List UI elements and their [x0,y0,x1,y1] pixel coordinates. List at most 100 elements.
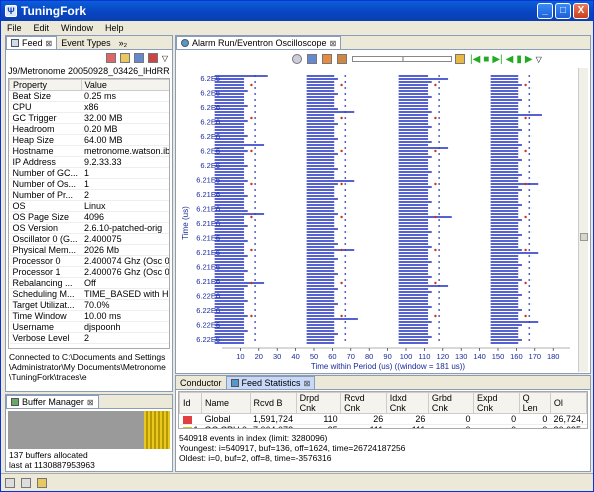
column-value[interactable]: Value [80,79,169,91]
minimize-button[interactable]: _ [537,3,553,19]
disconnect-icon[interactable] [147,53,158,63]
tab-close-icon[interactable]: ⊠ [46,39,53,48]
save-icon[interactable] [307,54,317,64]
tab-event-types[interactable]: Event Types [57,36,114,49]
oscilloscope-plot[interactable]: 6.2E66.2E66.2E66.2E66.2E66.2E66.2E66.21E… [178,68,578,373]
step-back-icon[interactable]: ◀ [506,54,514,65]
property-row[interactable]: Time Window 10.00 ms [9,310,169,322]
tab-overflow[interactable]: »₂ [115,36,132,49]
fast-view-icon[interactable] [5,477,15,488]
save-icon[interactable] [133,53,144,63]
event-dot [528,141,531,143]
event-dot [344,237,347,239]
column-header[interactable]: Expd Cnk [472,392,520,414]
property-row[interactable]: OS Version 2.6.10-patched-orig [9,222,169,234]
property-row[interactable]: CPU x86 [9,101,169,113]
y-tick-label: 6.21E6 [196,205,220,214]
event-dot [438,327,441,329]
property-row[interactable]: Target Utilizat... 70.0% [9,299,169,311]
view-menu-icon[interactable]: ▽ [162,54,168,63]
column-header[interactable]: Idxd Cnk [385,392,429,414]
event-dot [528,183,531,185]
property-row[interactable]: Number of Pr... 2 [9,189,169,201]
tab-buffer-manager[interactable]: Buffer Manager ⊠ [6,395,99,408]
property-value: 2.400075 [81,233,169,245]
first-icon[interactable]: |◀ [470,54,480,65]
property-row[interactable]: Beat Size 0.25 ms [9,90,169,102]
tab-close-icon[interactable]: ⊠ [87,398,94,407]
property-row[interactable]: GC Trigger 32.00 MB [9,112,169,124]
stop-icon[interactable]: ■ [483,54,489,65]
column-header[interactable]: Ol [549,392,587,414]
tab-feed[interactable]: Feed ⊠ [6,36,58,49]
event-dot [254,225,257,227]
column-header[interactable]: Grbd Cnk [427,392,474,414]
position-slider[interactable] [352,56,452,62]
property-row[interactable]: Physical Mem... 2026 Mb [9,244,169,256]
play-icon[interactable]: ▶ [525,54,533,65]
property-row[interactable]: Verbose Level 2 [9,332,169,344]
record-icon[interactable] [337,54,347,64]
buffer-used-segment [144,411,170,449]
column-header[interactable]: Rcvd B [249,392,297,414]
property-row[interactable]: Scheduling M...TIME_BASED with Hig... [9,288,169,300]
cell-idxd: 26 [386,413,429,425]
maximize-button[interactable]: □ [555,3,571,19]
zoom-icon[interactable] [292,54,302,64]
menu-help[interactable]: Help [105,23,124,33]
property-row[interactable]: Username djspoonh [9,321,169,333]
property-row[interactable]: Headroom 0.20 MB [9,123,169,135]
column-header[interactable]: Drpd Cnk [295,392,342,414]
close-button[interactable]: X [573,3,589,19]
pattern-icon[interactable] [455,54,465,64]
property-row[interactable]: Oscillator 0 (G... 2.400075 [9,233,169,245]
menu-window[interactable]: Window [61,23,93,33]
column-header[interactable]: Id [179,392,203,414]
tab-feed-statistics[interactable]: Feed Statistics ⊠ [225,376,316,389]
tab-conductor[interactable]: Conductor [176,376,226,389]
export-icon[interactable] [322,54,332,64]
column-header[interactable]: Name [201,392,251,414]
property-row[interactable]: Processor 1 2.400076 Ghz (Osc 0) [9,266,169,278]
property-row[interactable]: IP Address 9.2.33.33 [9,156,169,168]
link-icon[interactable] [37,477,47,488]
row-id: 1 [179,424,202,428]
last-icon[interactable]: ▶| [492,54,502,65]
property-row[interactable]: Hostname metronome.watson.ib... [9,145,169,157]
column-property[interactable]: Property [9,79,82,91]
property-row[interactable]: Rebalancing ... Off [9,277,169,289]
column-header[interactable]: Q Len [518,392,551,414]
feed-grid-icon[interactable] [105,53,116,63]
property-row[interactable]: Heap Size 64.00 MB [9,134,169,146]
table-row[interactable]: 1GC CPU 07,064,0722511111100026,695, [179,424,587,428]
menu-edit[interactable]: Edit [34,23,50,33]
tab-close-icon[interactable]: ⊠ [304,379,311,388]
title-bar[interactable]: Ψ TuningFork _ □ X [1,1,593,21]
table-row[interactable]: Global 1,591,724 110 26 26 0 0 0 26,724, [179,413,587,425]
scroll-thumb[interactable] [580,233,588,241]
event-dot [344,183,347,185]
event-dot [438,105,441,107]
y-tick-label: 6.2E6 [200,103,220,112]
event-dot [438,135,441,137]
vertical-scrollbar[interactable] [578,68,588,372]
property-row[interactable]: OS Page Size 4096 [9,211,169,223]
pause-icon[interactable]: ▮ [516,54,522,65]
property-row[interactable]: Number of Os... 1 [9,178,169,190]
status-bar [1,473,593,491]
event-dot [254,255,257,257]
tab-oscilloscope[interactable]: Alarm Run/Eventron Oscilloscope ⊠ [176,36,342,49]
property-row[interactable]: Processor 0 2.400074 Ghz (Osc 0) [9,255,169,267]
view-menu-icon[interactable]: ▽ [536,55,542,64]
tab-close-icon[interactable]: ⊠ [330,39,337,48]
perspective-icon[interactable] [21,477,31,488]
property-row[interactable]: OS Linux [9,200,169,212]
open-folder-icon[interactable] [119,53,130,63]
column-header[interactable]: Rcvd Cnk [340,392,387,414]
tab-buffer-label: Buffer Manager [22,397,84,407]
property-row[interactable]: Number of GC... 1 [9,167,169,179]
event-dot [438,195,441,197]
feed-tabbar: Feed ⊠ Event Types »₂ [6,36,172,50]
menu-file[interactable]: File [7,23,22,33]
event-dot [254,105,257,107]
